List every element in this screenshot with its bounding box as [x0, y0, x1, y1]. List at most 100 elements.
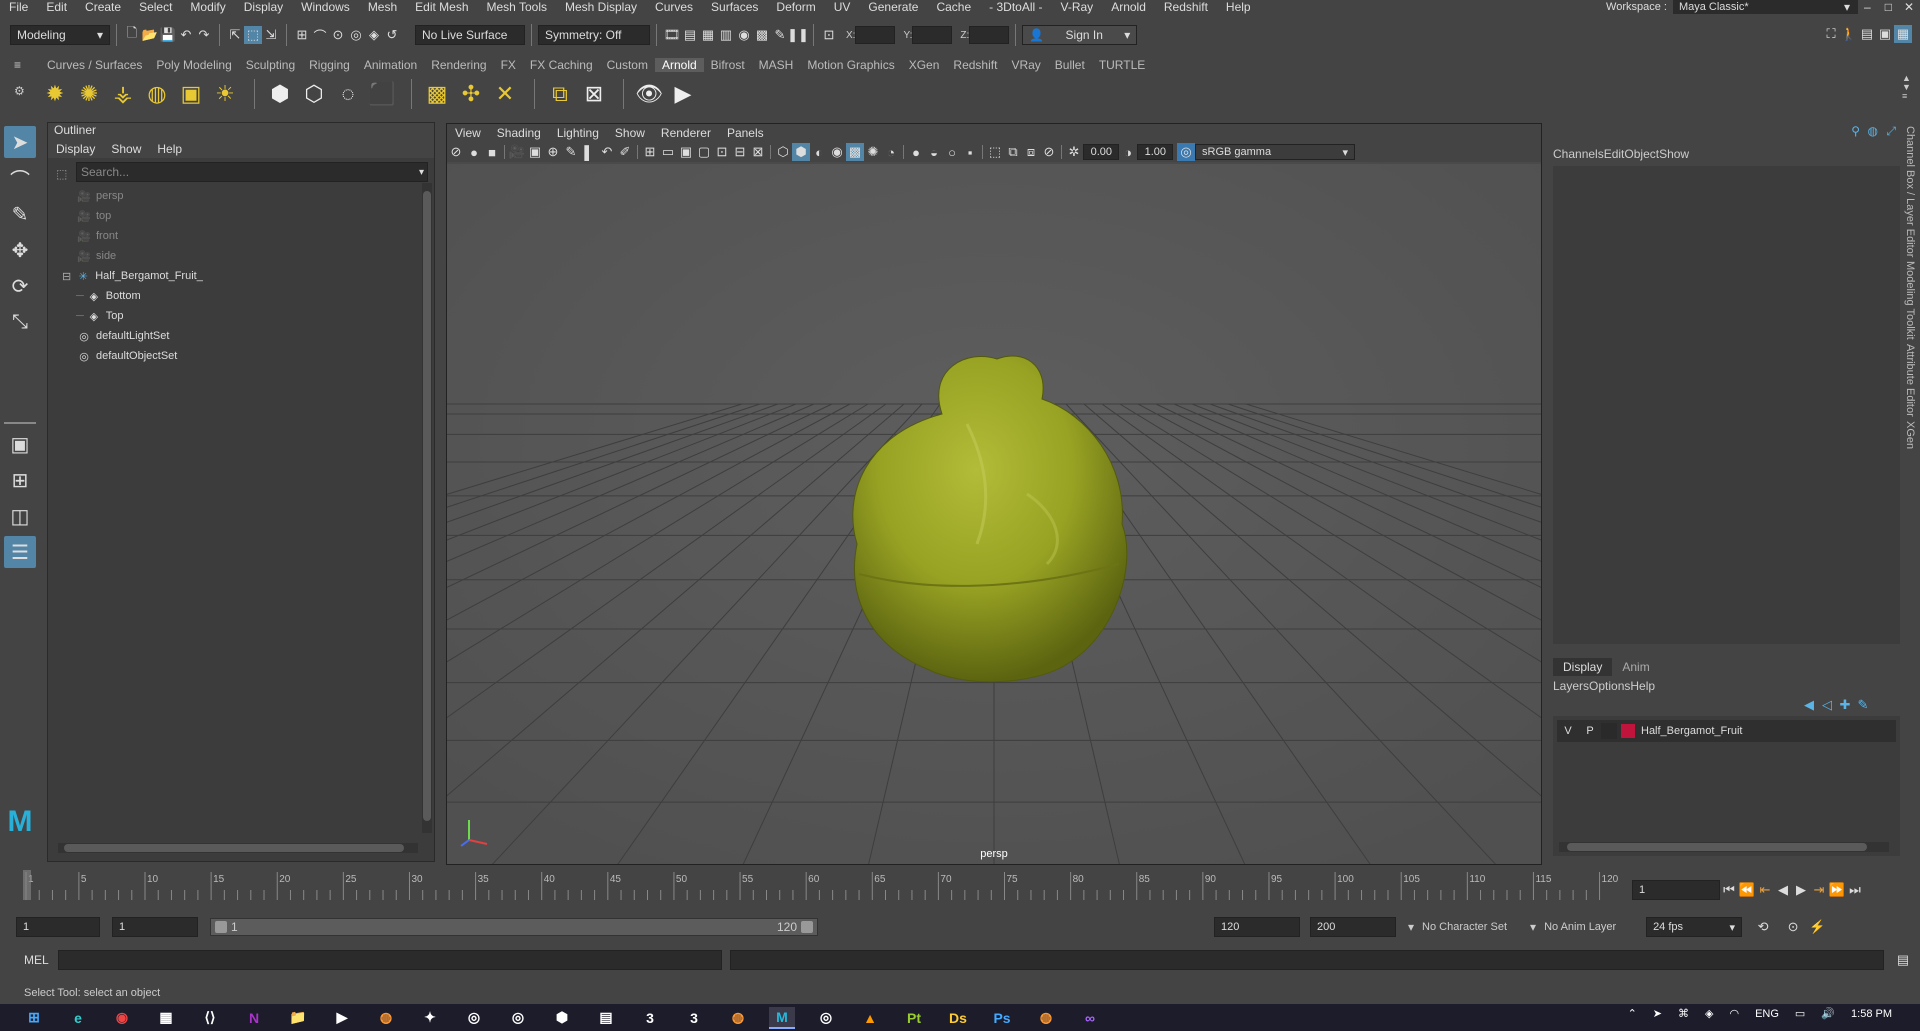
viewport-menu-view[interactable]: View [455, 126, 481, 140]
undo-view-icon[interactable]: ↶ [598, 143, 616, 161]
toggle-tool-settings-icon[interactable]: ▣ [1876, 25, 1894, 43]
outliner-menu-help[interactable]: Help [157, 142, 182, 156]
obs-icon-3[interactable]: ◎ [813, 1007, 839, 1029]
volume-icon[interactable]: ◌ [333, 79, 363, 109]
select-component-icon[interactable]: ⇲ [262, 26, 280, 44]
render-sequence-icon[interactable]: ▩ [753, 26, 771, 44]
x-field[interactable] [855, 26, 896, 44]
layer-name[interactable]: Half_Bergamot_Fruit [1641, 725, 1743, 737]
anim-layer-dropdown[interactable]: No Anim Layer [1544, 921, 1634, 933]
menu-item-create[interactable]: Create [76, 1, 130, 13]
pause-icon[interactable]: ❚❚ [787, 26, 809, 44]
symmetry-dropdown[interactable]: Symmetry: Off [538, 25, 650, 45]
menu-item-modify[interactable]: Modify [181, 1, 234, 13]
tool-icon[interactable]: ⚲ [1851, 124, 1860, 138]
motion-blur-icon[interactable]: ● [907, 143, 925, 161]
grid-icon[interactable]: ⊞ [641, 143, 659, 161]
visualstudio-icon[interactable]: ∞ [1077, 1007, 1103, 1029]
shelf-tab-redshift[interactable]: Redshift [946, 58, 1004, 72]
shelf-tab-animation[interactable]: Animation [357, 58, 424, 72]
photometric-light-icon[interactable]: ⚶ [108, 79, 138, 109]
playback-end-field[interactable]: 120 [1214, 917, 1300, 937]
layer-menu-layers[interactable]: Layers [1553, 679, 1589, 693]
shelf-tab-sculpting[interactable]: Sculpting [239, 58, 302, 72]
menu-item-redshift[interactable]: Redshift [1155, 1, 1217, 13]
side-tab-xgen[interactable]: XGen [1904, 421, 1916, 449]
minimize-icon[interactable]: – [1864, 0, 1871, 14]
smooth-shade-icon[interactable]: ⬢ [792, 143, 810, 161]
side-tab-modeling-toolkit[interactable]: Modeling Toolkit [1904, 261, 1916, 340]
outliner-search-input[interactable]: Search... [76, 162, 428, 182]
step-forward-frame-icon[interactable]: ⇥ [1810, 881, 1828, 899]
blender-icon[interactable]: ◍ [373, 1007, 399, 1029]
snap-curve-icon[interactable]: ⌒ [311, 26, 329, 44]
app-icon[interactable]: ✦ [417, 1007, 443, 1029]
current-frame-field[interactable]: 1 [1632, 880, 1720, 900]
mode-selector[interactable]: Modeling ▾ [10, 25, 110, 45]
outliner-item[interactable]: 🎥 front [48, 226, 434, 246]
skydome-light-icon[interactable]: ◍ [142, 79, 172, 109]
lasso-tool-icon[interactable]: ⌒ [4, 162, 36, 194]
wireframe-on-shaded-icon[interactable]: ◐ [810, 143, 828, 161]
menu-item-select[interactable]: Select [130, 1, 181, 13]
filter-icon[interactable]: ⬚ [56, 167, 67, 181]
outliner-item[interactable]: 🎥 side [48, 246, 434, 266]
vlc-icon[interactable]: ▲ [857, 1007, 883, 1029]
camera-select-icon[interactable]: ⊘ [447, 143, 465, 161]
fps-dropdown[interactable]: 24 fps ▾ [1646, 917, 1743, 937]
new-layer-icon[interactable]: ✚ [1836, 696, 1854, 714]
xray-joints-icon[interactable]: ⧉ [1004, 143, 1022, 161]
app-tray-icon[interactable]: ◈ [1705, 1007, 1713, 1020]
textured-icon[interactable]: ◉ [828, 143, 846, 161]
move-layer-down-icon[interactable]: ◁ [1818, 696, 1836, 714]
exposure-field[interactable]: 0.00 [1083, 144, 1119, 160]
select-tool-icon[interactable]: ➤ [4, 126, 36, 158]
paint-select-tool-icon[interactable]: ✎ [4, 198, 36, 230]
menu-item-3dtoall[interactable]: - 3DtoAll - [980, 1, 1051, 13]
new-layer-selected-icon[interactable]: ✎ [1854, 696, 1872, 714]
two-pane-layout-icon[interactable]: ◫ [4, 500, 36, 532]
sign-in-button[interactable]: 👤 Sign In ▾ [1022, 25, 1138, 45]
explorer-icon[interactable]: 📁 [285, 1007, 311, 1029]
viewport-menu-shading[interactable]: Shading [497, 126, 541, 140]
menu-item-curves[interactable]: Curves [646, 1, 702, 13]
calculator-icon[interactable]: ▦ [153, 1007, 179, 1029]
snap-toggle-icon[interactable]: ↺ [383, 26, 401, 44]
backface-icon[interactable]: ⊘ [1040, 143, 1058, 161]
use-all-lights-icon[interactable]: ▩ [846, 143, 864, 161]
play-forward-icon[interactable]: ▶ [1792, 881, 1810, 899]
safe-action-icon[interactable]: ⊟ [731, 143, 749, 161]
shelf-tab-bifrost[interactable]: Bifrost [704, 58, 752, 72]
render-icon[interactable]: ⧉ [545, 79, 575, 109]
image-plane-icon[interactable]: ▣ [526, 143, 544, 161]
workspace-dropdown[interactable]: Maya Classic* [1672, 0, 1858, 14]
camera-attributes-icon[interactable]: 🎥 [508, 143, 526, 161]
menu-item-help[interactable]: Help [1217, 1, 1260, 13]
viewport-menu-renderer[interactable]: Renderer [661, 126, 711, 140]
chevron-down-icon[interactable]: ▾ [1408, 920, 1414, 934]
standin-icon[interactable]: ⬢ [265, 79, 295, 109]
export-standin-icon[interactable]: ⬡ [299, 79, 329, 109]
menu-item-mesh[interactable]: Mesh [359, 1, 406, 13]
app-icon-2[interactable]: ⬢ [549, 1007, 575, 1029]
app-3b-icon[interactable]: 3 [681, 1007, 707, 1029]
z-field[interactable] [969, 26, 1010, 44]
animation-preferences-icon[interactable]: ⚡ [1808, 918, 1826, 936]
pt-icon[interactable]: Pt [901, 1007, 927, 1029]
outliner-vscrollbar[interactable] [422, 183, 432, 833]
save-scene-icon[interactable]: 💾 [159, 26, 177, 44]
shelf-tab-fx[interactable]: FX [494, 58, 523, 72]
step-forward-key-icon[interactable]: ⏩ [1828, 881, 1846, 899]
outliner-item[interactable]: ─ ◈ Top [48, 306, 434, 326]
shelf-tab-rendering[interactable]: Rendering [424, 58, 493, 72]
outliner-item[interactable]: 🎥 persp [48, 186, 434, 206]
mel-input[interactable] [58, 950, 722, 970]
side-tab-attribute-editor[interactable]: Attribute Editor [1904, 344, 1916, 417]
maximize-icon[interactable]: □ [1885, 0, 1892, 14]
vscode-icon[interactable]: ⟨⟩ [197, 1007, 223, 1029]
step-back-key-icon[interactable]: ⏪ [1738, 881, 1756, 899]
viewport-menu-lighting[interactable]: Lighting [557, 126, 599, 140]
windows-start-icon[interactable]: ⊞ [21, 1007, 47, 1029]
shadows-icon[interactable]: ✺ [864, 143, 882, 161]
play-backward-icon[interactable]: ◀ [1774, 881, 1792, 899]
